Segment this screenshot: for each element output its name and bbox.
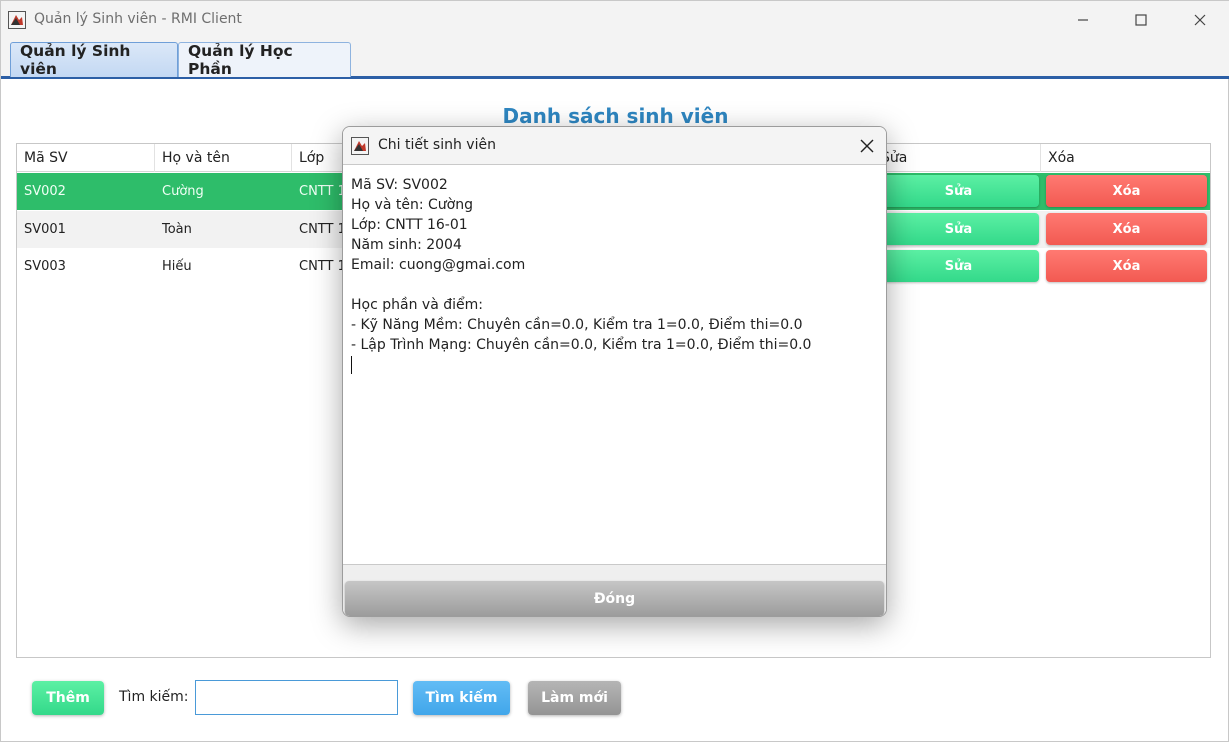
dialog-title-bar: Chi tiết sinh viên — [343, 127, 886, 164]
delete-button[interactable]: Xóa — [1046, 175, 1207, 207]
close-window-button[interactable] — [1171, 1, 1229, 39]
maximize-button[interactable] — [1112, 1, 1170, 39]
title-bar: Quản lý Sinh viên - RMI Client — [1, 1, 1229, 39]
window-title: Quản lý Sinh viên - RMI Client — [34, 11, 242, 27]
dialog-title: Chi tiết sinh viên — [378, 137, 496, 153]
dialog-close-text-button[interactable]: Đóng — [345, 581, 884, 616]
cell-id: SV001 — [24, 222, 66, 237]
search-button[interactable]: Tìm kiếm — [413, 681, 510, 715]
delete-button[interactable]: Xóa — [1046, 250, 1207, 282]
app-window: Quản lý Sinh viên - RMI Client Quản lý S… — [0, 0, 1229, 742]
close-icon — [860, 139, 874, 152]
cell-name: Cường — [162, 184, 204, 199]
detail-line-course-2: - Lập Trình Mạng: Chuyên cần=0.0, Kiểm t… — [351, 337, 812, 353]
cell-name: Hiếu — [162, 259, 192, 274]
detail-line-course-1: - Kỹ Năng Mềm: Chuyên cần=0.0, Kiểm tra … — [351, 317, 803, 333]
dialog-close-button[interactable] — [846, 127, 886, 164]
column-header-delete[interactable]: Xóa — [1041, 144, 1210, 172]
maximize-icon — [1135, 14, 1147, 26]
detail-line-birth-year: Năm sinh: 2004 — [351, 237, 462, 253]
java-app-icon — [8, 11, 26, 29]
cell-id: SV002 — [24, 184, 66, 199]
column-header-name[interactable]: Họ và tên — [155, 144, 292, 172]
detail-line-class: Lớp: CNTT 16-01 — [351, 217, 468, 233]
detail-line-name: Họ và tên: Cường — [351, 197, 473, 213]
text-caret — [351, 356, 352, 374]
detail-text-area[interactable]: Mã SV: SV002 Họ và tên: Cường Lớp: CNTT … — [343, 164, 886, 565]
cell-class: CNTT 1 — [299, 222, 346, 237]
detail-line-email: Email: cuong@gmai.com — [351, 257, 526, 273]
page-title: Danh sách sinh viên — [502, 104, 729, 128]
dialog-footer: Đóng — [343, 565, 886, 616]
detail-line-blank — [351, 275, 878, 295]
edit-button[interactable]: Sửa — [878, 250, 1039, 282]
student-detail-dialog: Chi tiết sinh viên Mã SV: SV002 Họ và tê… — [342, 126, 887, 617]
column-header-id[interactable]: Mã SV — [17, 144, 155, 172]
add-button[interactable]: Thêm — [32, 681, 104, 715]
tab-strip: Quản lý Sinh viên Quản lý Học Phần — [1, 39, 1229, 79]
java-app-icon — [351, 137, 369, 155]
tab-course-management[interactable]: Quản lý Học Phần — [178, 42, 351, 78]
search-input[interactable] — [195, 680, 398, 715]
detail-line-courses-heading: Học phần và điểm: — [351, 297, 483, 313]
edit-button[interactable]: Sửa — [878, 175, 1039, 207]
cell-class: CNTT 1 — [299, 259, 346, 274]
minimize-button[interactable] — [1054, 1, 1112, 39]
search-label: Tìm kiếm: — [119, 689, 189, 705]
cell-class: CNTT 1 — [299, 184, 346, 199]
column-header-edit[interactable]: Sửa — [874, 144, 1041, 172]
refresh-button[interactable]: Làm mới — [528, 681, 621, 715]
cell-id: SV003 — [24, 259, 66, 274]
delete-button[interactable]: Xóa — [1046, 213, 1207, 245]
close-icon — [1194, 14, 1206, 26]
cell-name: Toàn — [162, 222, 192, 237]
tab-student-management[interactable]: Quản lý Sinh viên — [10, 42, 178, 78]
minimize-icon — [1078, 19, 1088, 21]
detail-line-id: Mã SV: SV002 — [351, 177, 448, 193]
edit-button[interactable]: Sửa — [878, 213, 1039, 245]
